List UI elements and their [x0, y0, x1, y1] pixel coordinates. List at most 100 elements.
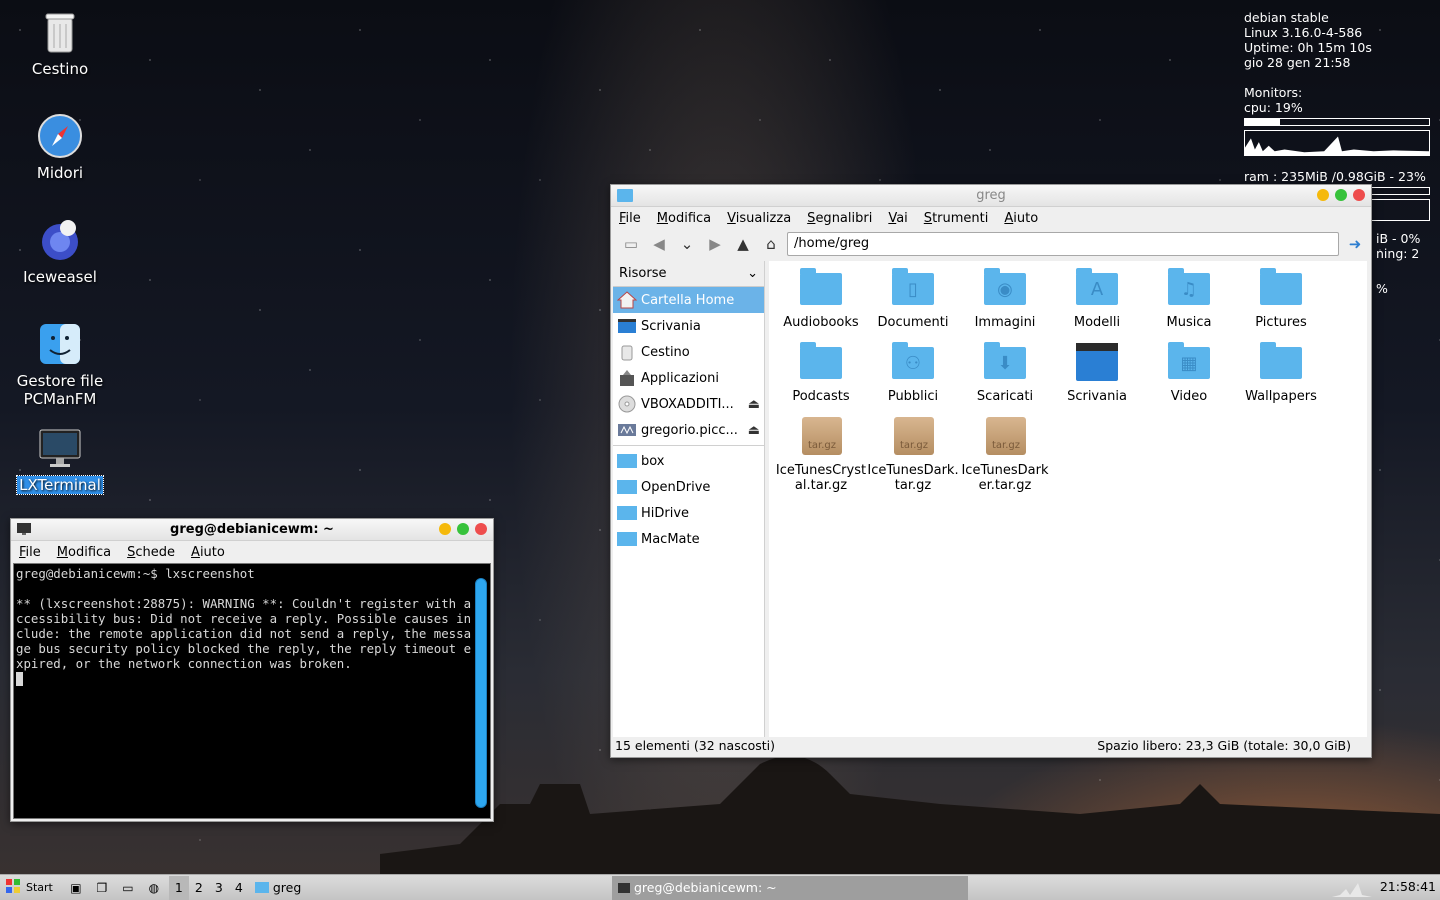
file-manager-window[interactable]: greg File Modifica Visualizza Segnalibri…	[610, 184, 1372, 758]
terminal-scrollbar[interactable]	[475, 578, 487, 808]
minimize-button[interactable]	[1317, 189, 1329, 201]
desktop-icon-trash[interactable]: Cestino	[10, 8, 110, 78]
video-folder-icon: ▦	[1168, 342, 1210, 379]
eject-icon[interactable]: ⏏	[748, 397, 760, 412]
pictures-folder-icon: ◉	[984, 268, 1026, 305]
file-item-wallpapers[interactable]: Wallpapers	[1235, 341, 1327, 409]
conky-os: debian stable	[1244, 10, 1329, 25]
desktop-icon-lxterminal[interactable]: LXTerminal	[10, 424, 110, 495]
place-home[interactable]: Cartella Home	[613, 287, 764, 313]
terminal-titlebar[interactable]: greg@debianicewm: ~	[11, 519, 493, 541]
menu-vai[interactable]: Vai	[888, 211, 907, 226]
workspace-3[interactable]: 3	[209, 876, 229, 900]
go-arrow-icon[interactable]: ➜	[1343, 232, 1367, 256]
text-cursor	[16, 672, 23, 686]
menu-schede[interactable]: Schede	[127, 545, 175, 560]
side-pane-selector[interactable]: Risorse ⌄	[613, 261, 764, 287]
desktop-icon-pcmanfm[interactable]: Gestore file PCManFM	[10, 320, 110, 408]
file-item-video[interactable]: ▦ Video	[1143, 341, 1235, 409]
file-manager-titlebar[interactable]: greg	[611, 185, 1371, 207]
home-icon	[616, 291, 638, 309]
browser-launcher-icon[interactable]: ◍	[145, 880, 163, 896]
folder-icon	[617, 480, 637, 494]
history-chevron-down-icon[interactable]: ⌄	[675, 232, 699, 256]
bookmark-macmate[interactable]: MacMate	[613, 526, 764, 552]
window-list-icon[interactable]: ❐	[93, 880, 111, 896]
menu-aiuto[interactable]: Aiuto	[191, 545, 225, 560]
maximize-button[interactable]	[457, 523, 469, 535]
window-title: greg	[976, 188, 1006, 203]
file-item-icetunesdarker[interactable]: tar.gz IceTunesDarker.tar.gz	[959, 415, 1051, 495]
place-label: Cartella Home	[641, 292, 735, 308]
path-input[interactable]: /home/greg	[787, 232, 1339, 256]
task-file-manager[interactable]: greg	[249, 876, 307, 900]
file-item-icetunescrystal[interactable]: tar.gz IceTunesCrystal.tar.gz	[775, 415, 867, 495]
bookmark-label: HiDrive	[641, 505, 690, 521]
close-button[interactable]	[1353, 189, 1365, 201]
start-button[interactable]: Start	[0, 879, 61, 896]
file-item-immagini[interactable]: ◉ Immagini	[959, 267, 1051, 335]
terminal-screen[interactable]: greg@debianicewm:~$ lxscreenshot ** (lxs…	[13, 563, 491, 819]
taskbar: Start ▣ ❐ ▭ ◍ 1 2 3 4 greg greg@debianic…	[0, 874, 1440, 900]
file-item-icetunesdark[interactable]: tar.gz IceTunesDark.tar.gz	[867, 415, 959, 495]
status-item-count: 15 elementi (32 nascosti)	[615, 738, 776, 753]
place-vboxadditions[interactable]: VBOXADDITI... ⏏	[613, 391, 764, 417]
home-icon[interactable]: ⌂	[759, 232, 783, 256]
file-item-documenti[interactable]: ▯ Documenti	[867, 267, 959, 335]
desktop-icon-label: Cestino	[31, 60, 89, 78]
bookmark-label: box	[641, 453, 665, 469]
workspace-2[interactable]: 2	[189, 876, 209, 900]
place-trash[interactable]: Cestino	[613, 339, 764, 365]
file-view[interactable]: Audiobooks ▯ Documenti ◉ Immagini A Mode…	[769, 261, 1367, 737]
file-item-scaricati[interactable]: ⬇ Scaricati	[959, 341, 1051, 409]
bookmark-box[interactable]: box	[613, 448, 764, 474]
eject-icon[interactable]: ⏏	[748, 423, 760, 438]
place-label: VBOXADDITI...	[641, 396, 734, 412]
minimize-button[interactable]	[439, 523, 451, 535]
menu-segnalibri[interactable]: Segnalibri	[807, 211, 872, 226]
place-applications[interactable]: Applicazioni	[613, 365, 764, 391]
terminal-launcher-icon[interactable]: ▭	[119, 880, 137, 896]
place-network-share[interactable]: gregorio.picc... ⏏	[613, 417, 764, 443]
terminal-window[interactable]: greg@debianicewm: ~ File Modifica Schede…	[10, 518, 494, 822]
close-button[interactable]	[475, 523, 487, 535]
menu-modifica[interactable]: Modifica	[657, 211, 711, 226]
start-menu-icon	[6, 879, 20, 896]
public-folder-icon: ⚇	[892, 342, 934, 379]
task-terminal[interactable]: greg@debianicewm: ~	[612, 875, 968, 900]
menu-file[interactable]: File	[19, 545, 41, 560]
task-label: greg	[272, 880, 302, 895]
place-label: Scrivania	[641, 318, 701, 334]
show-desktop-icon[interactable]: ▣	[67, 880, 85, 896]
menu-aiuto[interactable]: Aiuto	[1004, 211, 1038, 226]
file-item-scrivania[interactable]: Scrivania	[1051, 341, 1143, 409]
maximize-button[interactable]	[1335, 189, 1347, 201]
up-arrow-icon[interactable]: ▲	[731, 232, 755, 256]
trash-icon	[617, 343, 637, 361]
desktop-icon-label: LXTerminal	[16, 475, 104, 495]
file-item-pictures[interactable]: Pictures	[1235, 267, 1327, 335]
new-tab-icon[interactable]: ▭	[619, 232, 643, 256]
workspace-1[interactable]: 1	[168, 875, 189, 900]
menu-modifica[interactable]: Modifica	[57, 545, 111, 560]
bookmark-opendrive[interactable]: OpenDrive	[613, 474, 764, 500]
desktop-icon-midori[interactable]: Midori	[10, 112, 110, 182]
workspace-4[interactable]: 4	[229, 876, 249, 900]
file-label: Pubblici	[887, 389, 939, 404]
place-desktop[interactable]: Scrivania	[613, 313, 764, 339]
file-item-podcasts[interactable]: Podcasts	[775, 341, 867, 409]
file-item-musica[interactable]: ♫ Musica	[1143, 267, 1235, 335]
desktop-icon-iceweasel[interactable]: Iceweasel	[10, 216, 110, 286]
file-item-audiobooks[interactable]: Audiobooks	[775, 267, 867, 335]
file-item-pubblici[interactable]: ⚇ Pubblici	[867, 341, 959, 409]
file-item-modelli[interactable]: A Modelli	[1051, 267, 1143, 335]
menu-file[interactable]: File	[619, 211, 641, 226]
forward-arrow-icon[interactable]: ▶	[703, 232, 727, 256]
menu-strumenti[interactable]: Strumenti	[924, 211, 989, 226]
back-arrow-icon[interactable]: ◀	[647, 232, 671, 256]
menu-visualizza[interactable]: Visualizza	[727, 211, 791, 226]
file-manager-toolbar: ▭ ◀ ⌄ ▶ ▲ ⌂ /home/greg ➜	[611, 229, 1371, 259]
file-label: Immagini	[974, 315, 1036, 330]
bookmark-hidrive[interactable]: HiDrive	[613, 500, 764, 526]
clock[interactable]: 21:58:41	[1380, 879, 1436, 894]
